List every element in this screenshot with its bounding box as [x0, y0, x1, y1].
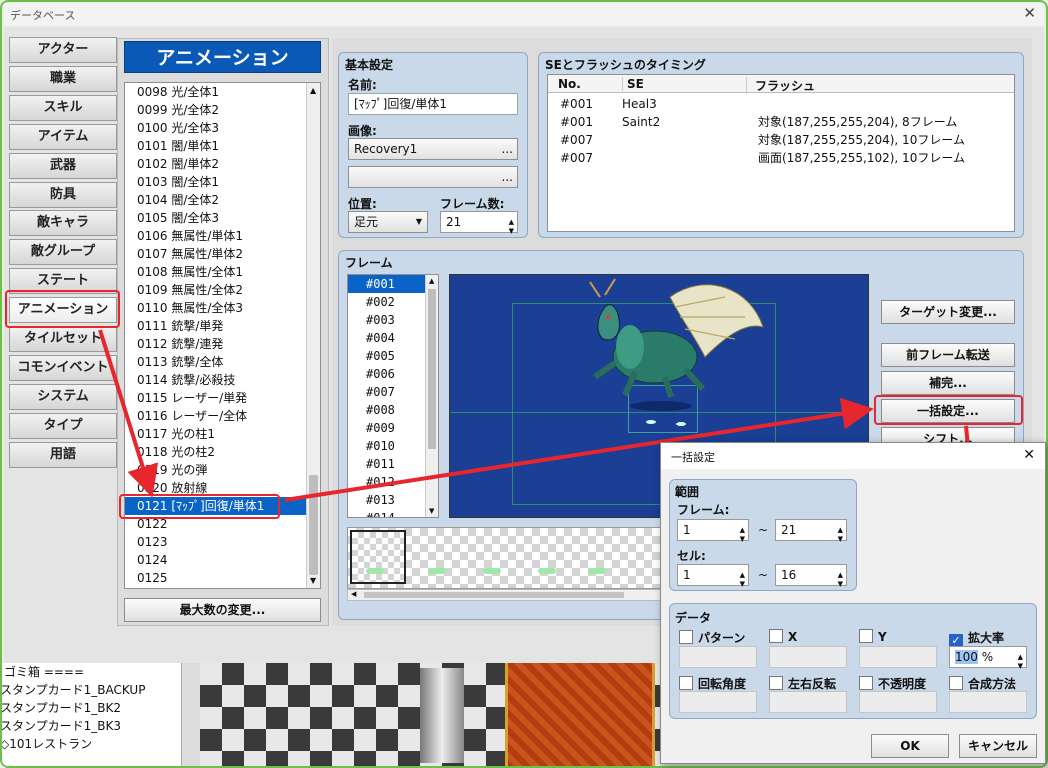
- dialog-titlebar: 一括設定 ✕: [661, 443, 1045, 469]
- frame-from-spinner[interactable]: 1 ▲ ▼: [677, 519, 749, 543]
- cell-to-spinner[interactable]: 16 ▲ ▼: [775, 564, 847, 588]
- close-icon[interactable]: ✕: [1023, 447, 1035, 463]
- cell-from-value: 1: [683, 568, 691, 582]
- tilde: ~: [758, 523, 769, 537]
- range-title: 範囲: [675, 485, 700, 499]
- cancel-button[interactable]: キャンセル: [959, 734, 1037, 758]
- frame-from-value: 1: [683, 523, 691, 537]
- rotation-spinner: [679, 691, 757, 713]
- scale-value: 100: [955, 650, 978, 664]
- blend-label: 合成方法: [968, 677, 1017, 691]
- pattern-spinner: [679, 646, 757, 668]
- frame-range-label: フレーム:: [677, 503, 730, 517]
- ok-button[interactable]: OK: [871, 734, 949, 758]
- frame-to-spinner[interactable]: 21 ▲ ▼: [775, 519, 847, 543]
- opacity-checkbox[interactable]: 不透明度: [859, 675, 926, 692]
- y-checkbox[interactable]: Y: [859, 629, 887, 644]
- cell-from-spinner[interactable]: 1 ▲ ▼: [677, 564, 749, 588]
- pattern-label: パターン: [698, 631, 746, 645]
- frame-to-value: 21: [781, 523, 797, 537]
- flip-select: [769, 691, 847, 713]
- opacity-spinner: [859, 691, 937, 713]
- checkbox-icon[interactable]: [859, 676, 873, 690]
- blend-checkbox[interactable]: 合成方法: [949, 675, 1016, 692]
- x-label: X: [788, 630, 798, 644]
- checkbox-icon[interactable]: [949, 676, 963, 690]
- checkbox-icon[interactable]: [769, 676, 783, 690]
- x-spinner: [769, 646, 847, 668]
- cell-range-label: セル:: [677, 549, 706, 563]
- rotation-checkbox[interactable]: 回転角度: [679, 675, 746, 692]
- dialog-title: 一括設定: [671, 451, 715, 464]
- scale-unit: %: [981, 650, 994, 664]
- checkbox-icon[interactable]: [769, 629, 783, 643]
- spinner-down-icon[interactable]: ▼: [740, 529, 745, 549]
- checkbox-icon[interactable]: [859, 629, 873, 643]
- flip-label: 左右反転: [788, 677, 837, 691]
- scale-label: 拡大率: [968, 631, 1005, 645]
- y-label: Y: [878, 630, 887, 644]
- opacity-label: 不透明度: [878, 677, 927, 691]
- spinner-down-icon[interactable]: ▼: [740, 574, 745, 594]
- pattern-checkbox[interactable]: パターン: [679, 629, 745, 646]
- blend-select: [949, 691, 1027, 713]
- tilde: ~: [758, 568, 769, 582]
- rotation-label: 回転角度: [698, 677, 747, 691]
- spinner-down-icon[interactable]: ▼: [838, 529, 843, 549]
- x-checkbox[interactable]: X: [769, 629, 797, 644]
- cell-to-value: 16: [781, 568, 797, 582]
- scale-spinner[interactable]: 100 % ▲ ▼: [949, 646, 1027, 670]
- y-spinner: [859, 646, 937, 668]
- checkbox-icon[interactable]: [679, 630, 693, 644]
- spinner-down-icon[interactable]: ▼: [1018, 656, 1023, 676]
- flip-checkbox[interactable]: 左右反転: [769, 675, 836, 692]
- checkbox-icon[interactable]: [679, 676, 693, 690]
- batch-dialog: 一括設定 ✕ 範囲 フレーム: 1 ▲ ▼ ~ 21 ▲ ▼ セル: 1 ▲ ▼…: [660, 442, 1046, 764]
- data-title: データ: [675, 611, 712, 625]
- spinner-down-icon[interactable]: ▼: [838, 574, 843, 594]
